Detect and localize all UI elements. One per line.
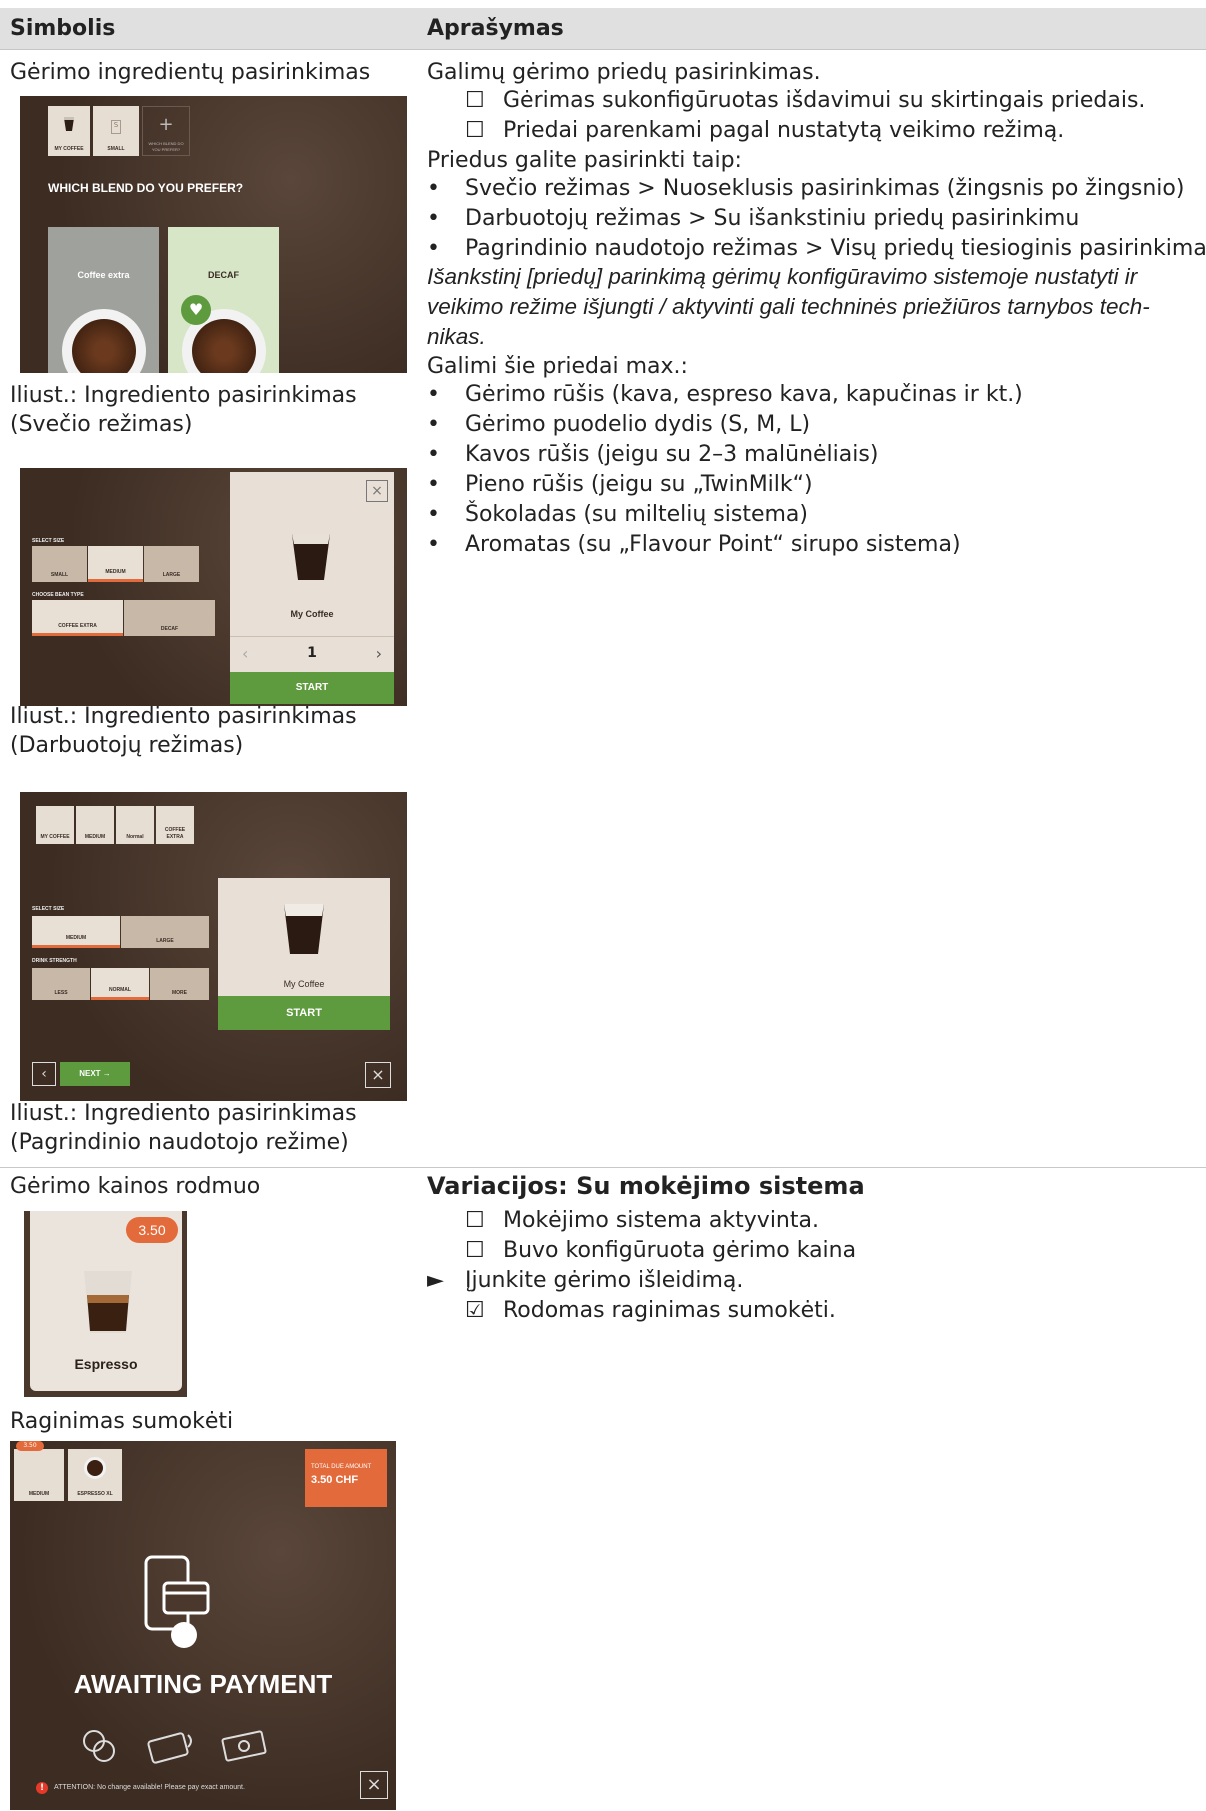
guest-mode-screenshot: MY COFFEE S SMALL + WHICH BLEND DO YOU P…	[20, 96, 407, 373]
close-icon[interactable]: ×	[360, 1771, 388, 1799]
row1-intro: Galimų gėrimo priedų pasirinkimas.	[427, 60, 821, 85]
header-symbol: Simbolis	[10, 16, 116, 41]
size-medium[interactable]: MEDIUM	[88, 546, 143, 582]
power-user-screenshot: MY COFFEE MEDIUM Normal COFFEE EXTRA SEL…	[20, 792, 407, 1101]
price-badge: 3.50	[16, 1441, 44, 1451]
choice-decaf[interactable]: DECAF ♥	[168, 227, 279, 373]
bean-bowl	[62, 309, 146, 373]
tile-my-coffee: MY COFFEE	[48, 106, 90, 156]
cup-icon	[64, 117, 74, 131]
coffee-glass-icon	[284, 904, 324, 954]
contactless-card-icon	[147, 1732, 192, 1764]
strength-less[interactable]: LESS	[32, 968, 90, 1000]
attention-message: ATTENTION: No change available! Please p…	[54, 1784, 245, 1791]
product-panel: × My Coffee	[230, 472, 394, 636]
product-panel: My Coffee	[218, 878, 390, 996]
chevron-right-icon[interactable]: ›	[376, 643, 382, 665]
row-divider	[0, 1167, 1206, 1168]
bean-decaf[interactable]: DECAF	[124, 600, 215, 636]
size-large[interactable]: LARGE	[121, 916, 209, 948]
price-badge: 3.50	[126, 1217, 178, 1243]
coffee-glass-icon	[292, 534, 330, 580]
caption-staff: Iliust.: Ingrediento pasirinkimas (Darbu…	[10, 704, 357, 758]
price-tile-screenshot: 3.50 Espresso	[24, 1211, 187, 1397]
close-icon[interactable]: ×	[366, 480, 388, 502]
size-medium[interactable]: MEDIUM	[32, 916, 120, 948]
heart-icon: ♥	[181, 295, 211, 325]
card-reader-icon	[144, 1555, 210, 1648]
guest-question: WHICH BLEND DO YOU PREFER?	[48, 181, 244, 195]
header-description: Aprašymas	[427, 16, 564, 41]
coins-icon	[83, 1730, 115, 1762]
strength-more[interactable]: MORE	[150, 968, 209, 1000]
tile-medium: MEDIUM	[76, 806, 114, 844]
caption-power-user: Iliust.: Ingrediento pasirinkimas (Pagri…	[10, 1101, 357, 1155]
choice-coffee-extra[interactable]: Coffee extra	[48, 227, 159, 373]
total-due-panel: TOTAL DUE AMOUNT 3.50 CHF	[305, 1449, 387, 1507]
variation-heading: Variacijos: Su mokėjimo sistema	[427, 1172, 865, 1200]
start-button[interactable]: START	[230, 672, 394, 704]
start-button[interactable]: START	[218, 996, 390, 1030]
pay-caption: Raginimas sumokėti	[10, 1409, 234, 1434]
quantity-stepper[interactable]: ‹ 1 ›	[230, 636, 394, 672]
banknote-icon	[221, 1730, 267, 1762]
chevron-left-icon[interactable]: ‹	[32, 1062, 56, 1086]
tile-small: S SMALL	[93, 106, 139, 156]
awaiting-payment-title: AWAITING PAYMENT	[73, 1669, 333, 1699]
bean-coffee-extra[interactable]: COFFEE EXTRA	[32, 600, 123, 636]
price-tile[interactable]: 3.50 Espresso	[30, 1211, 182, 1391]
next-button[interactable]: NEXT →	[60, 1062, 130, 1086]
row2-symbol-title: Gėrimo kainos rodmuo	[10, 1174, 261, 1199]
tile-coffee-extra: COFFEE EXTRA	[156, 806, 194, 844]
size-large[interactable]: LARGE	[144, 546, 199, 582]
row1-select-intro: Priedus galite pasirinkti taip:	[427, 148, 742, 173]
warning-icon: !	[36, 1782, 48, 1794]
tile-normal: Normal	[116, 806, 154, 844]
size-small[interactable]: SMALL	[32, 546, 87, 582]
tile-which-blend: + WHICH BLEND DO YOU PREFER?	[142, 106, 190, 156]
table-header: Simbolis Aprašymas	[0, 8, 1206, 50]
row1-options-intro: Galimi šie priedai max.:	[427, 354, 688, 379]
tile-my-coffee: MY COFFEE	[36, 806, 74, 844]
row1-symbol-title: Gėrimo ingredientų pasirinkimas	[10, 60, 371, 85]
espresso-glass-icon	[84, 1271, 132, 1333]
payment-screenshot: MEDIUM 3.50 ESPRESSO XL TOTAL DUE AMOUNT…	[10, 1441, 396, 1810]
tile-medium: MEDIUM	[14, 1449, 64, 1501]
strength-normal[interactable]: NORMAL	[91, 968, 149, 1000]
caption-guest: Iliust.: Ingrediento pasirinkimas (Sveči…	[10, 383, 357, 437]
close-icon[interactable]: ×	[365, 1062, 391, 1088]
tile-espresso-xl: ESPRESSO XL	[68, 1449, 122, 1501]
row1-note: Išankstinį [priedų] parinkimą gėrimų kon…	[427, 264, 1150, 350]
staff-mode-screenshot: SELECT SIZE SMALL MEDIUM LARGE CHOOSE BE…	[20, 468, 407, 706]
